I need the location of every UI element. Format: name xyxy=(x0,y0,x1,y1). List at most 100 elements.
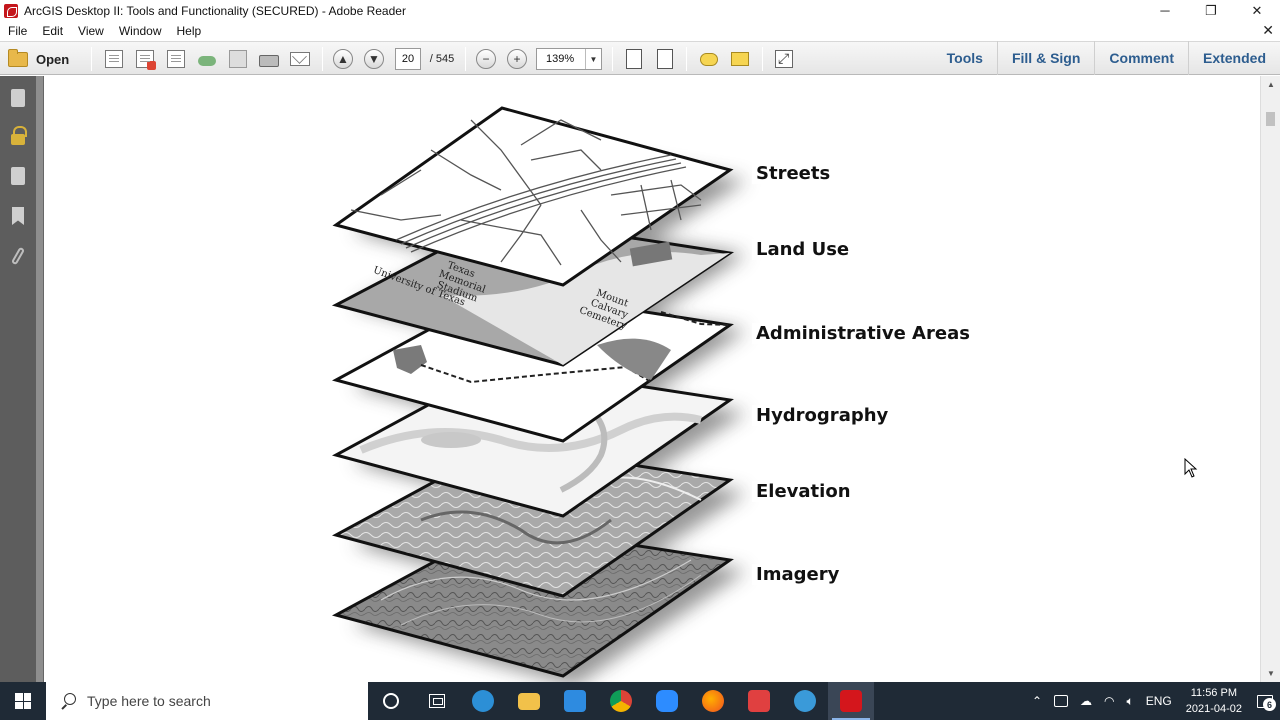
toolbar-separator xyxy=(762,47,763,71)
arrow-up-icon: ▲ xyxy=(333,49,353,69)
extended-tab[interactable]: Extended xyxy=(1187,41,1280,75)
save-icon xyxy=(229,50,247,68)
menu-window[interactable]: Window xyxy=(111,24,169,38)
fit-width-button[interactable] xyxy=(654,48,676,70)
fill-sign-tab[interactable]: Fill & Sign xyxy=(996,41,1094,75)
toolbar-separator xyxy=(322,47,323,71)
battery-icon[interactable] xyxy=(1048,695,1074,707)
scroll-thumb[interactable] xyxy=(1266,112,1275,126)
layer-label-administrative-areas: Administrative Areas xyxy=(752,323,974,344)
toolbar-separator xyxy=(612,47,613,71)
open-button[interactable]: Open xyxy=(8,48,78,70)
page-thumbnails-button[interactable] xyxy=(8,88,28,108)
taskbar-file-explorer[interactable] xyxy=(506,682,552,720)
window-title: ArcGIS Desktop II: Tools and Functionali… xyxy=(24,3,406,18)
next-page-button[interactable]: ▼ xyxy=(363,48,385,70)
wifi-icon[interactable]: ◠ xyxy=(1098,694,1120,708)
language-indicator[interactable]: ENG xyxy=(1140,694,1178,708)
adobe-reader-icon xyxy=(840,690,862,712)
taskbar-store[interactable] xyxy=(552,682,598,720)
save-button[interactable] xyxy=(227,48,249,70)
tools-tab[interactable]: Tools xyxy=(933,41,997,75)
right-pane-tabs: Tools Fill & Sign Comment Extended xyxy=(933,41,1280,75)
create-pdf-button[interactable] xyxy=(103,48,125,70)
fit-page-icon xyxy=(626,49,642,69)
attachments-button[interactable] xyxy=(8,246,28,266)
title-bar: ArcGIS Desktop II: Tools and Functionali… xyxy=(0,0,1280,21)
restore-button[interactable]: ❐ xyxy=(1188,0,1234,21)
show-hidden-icons[interactable]: ⌃ xyxy=(1026,694,1048,708)
menu-help[interactable]: Help xyxy=(169,24,209,38)
navigation-pane-border xyxy=(36,76,43,682)
folder-icon xyxy=(8,48,28,67)
vertical-scrollbar[interactable]: ▲ ▼ xyxy=(1260,76,1280,682)
taskbar-chrome[interactable] xyxy=(598,682,644,720)
minimize-button[interactable]: ─ xyxy=(1142,0,1188,21)
taskbar-adobe-reader[interactable] xyxy=(828,682,874,720)
action-center-button[interactable]: 6 xyxy=(1250,682,1280,720)
minus-icon: − xyxy=(476,49,496,69)
chrome-icon xyxy=(610,690,632,712)
scroll-up-icon[interactable]: ▲ xyxy=(1261,76,1280,93)
close-button[interactable]: ✕ xyxy=(1234,0,1280,21)
taskbar-app-red[interactable] xyxy=(736,682,782,720)
taskbar-firefox[interactable] xyxy=(690,682,736,720)
page-total: / 545 xyxy=(429,53,455,65)
task-view-button[interactable] xyxy=(414,682,460,720)
plus-icon: + xyxy=(507,49,527,69)
cortana-button[interactable] xyxy=(368,682,414,720)
edit-pdf-icon xyxy=(167,50,185,68)
print-button[interactable] xyxy=(258,48,280,70)
previous-page-button[interactable]: ▲ xyxy=(332,48,354,70)
email-button[interactable] xyxy=(289,48,311,70)
taskbar-zoom[interactable] xyxy=(644,682,690,720)
upload-button[interactable] xyxy=(196,48,218,70)
volume-icon[interactable]: 🔈︎ xyxy=(1121,694,1140,709)
security-button[interactable] xyxy=(8,125,28,146)
menu-edit[interactable]: Edit xyxy=(34,24,70,38)
menu-view[interactable]: View xyxy=(70,24,111,38)
cloud-upload-icon xyxy=(198,56,216,66)
zoom-select[interactable]: 139% ▼ xyxy=(536,48,602,70)
lock-icon xyxy=(11,125,27,145)
windows-logo-icon xyxy=(15,693,31,709)
search-placeholder: Type here to search xyxy=(87,693,211,709)
layer-label-land-use: Land Use xyxy=(752,239,854,260)
fit-page-button[interactable] xyxy=(623,48,645,70)
page-number-input[interactable]: 20 xyxy=(395,48,421,70)
store-icon xyxy=(564,690,586,712)
document-page[interactable]: Texas Memorial Stadium University of Tex… xyxy=(43,76,1260,682)
start-button[interactable] xyxy=(0,682,46,720)
task-view-icon xyxy=(429,694,445,708)
taskbar-search[interactable]: Type here to search xyxy=(46,682,368,720)
edit-pdf-button[interactable] xyxy=(165,48,187,70)
magnifier-app-icon xyxy=(794,690,816,712)
taskbar-app-search[interactable] xyxy=(782,682,828,720)
system-tray: ⌃ ☁ ◠ 🔈︎ ENG 11:56 PM 2021-04-02 6 xyxy=(1026,682,1280,720)
taskbar-edge[interactable] xyxy=(460,682,506,720)
scroll-down-icon[interactable]: ▼ xyxy=(1261,665,1280,682)
zoom-in-button[interactable]: + xyxy=(506,48,528,70)
search-icon xyxy=(60,693,76,709)
app-icon xyxy=(748,690,770,712)
sticky-note-button[interactable] xyxy=(698,48,720,70)
menu-file[interactable]: File xyxy=(0,24,34,38)
layer-label-imagery: Imagery xyxy=(752,564,844,585)
printer-icon xyxy=(259,54,279,67)
notification-count: 6 xyxy=(1263,698,1276,711)
export-pdf-button[interactable] xyxy=(134,48,156,70)
highlight-button[interactable] xyxy=(729,48,751,70)
full-screen-button[interactable] xyxy=(773,48,795,70)
zoom-out-button[interactable]: − xyxy=(475,48,497,70)
onedrive-icon[interactable]: ☁ xyxy=(1074,694,1098,708)
page-view-button[interactable] xyxy=(8,166,28,186)
comment-tab[interactable]: Comment xyxy=(1094,41,1188,75)
bookmarks-button[interactable] xyxy=(8,206,28,226)
comment-bubble-icon xyxy=(700,52,718,66)
document-close-button[interactable]: ✕ xyxy=(1262,22,1274,39)
zoom-value: 139% xyxy=(546,53,575,65)
edge-icon xyxy=(472,690,494,712)
folder-icon xyxy=(518,692,540,710)
clock-date: 2021-04-02 xyxy=(1185,703,1242,715)
clock[interactable]: 11:56 PM 2021-04-02 xyxy=(1178,685,1250,717)
